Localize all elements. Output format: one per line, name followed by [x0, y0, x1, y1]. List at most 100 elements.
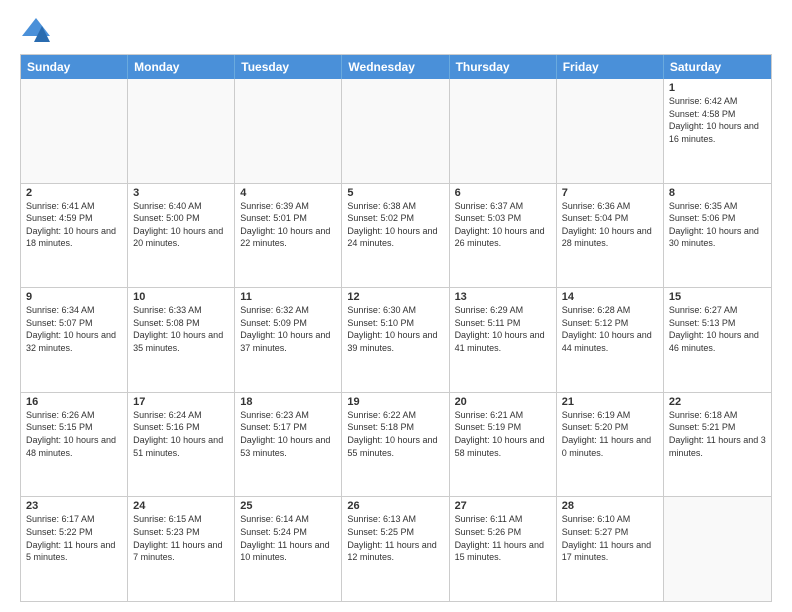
- weekday-header: Wednesday: [342, 55, 449, 79]
- calendar-cell: 27Sunrise: 6:11 AM Sunset: 5:26 PM Dayli…: [450, 497, 557, 601]
- day-number: 18: [240, 396, 336, 408]
- day-number: 11: [240, 291, 336, 303]
- calendar-row: 23Sunrise: 6:17 AM Sunset: 5:22 PM Dayli…: [21, 496, 771, 601]
- weekday-header: Sunday: [21, 55, 128, 79]
- calendar-cell: 28Sunrise: 6:10 AM Sunset: 5:27 PM Dayli…: [557, 497, 664, 601]
- calendar-cell: 21Sunrise: 6:19 AM Sunset: 5:20 PM Dayli…: [557, 393, 664, 497]
- calendar-cell: 22Sunrise: 6:18 AM Sunset: 5:21 PM Dayli…: [664, 393, 771, 497]
- day-number: 22: [669, 396, 766, 408]
- day-number: 21: [562, 396, 658, 408]
- weekday-header: Saturday: [664, 55, 771, 79]
- calendar-cell: [21, 79, 128, 183]
- calendar-cell: 6Sunrise: 6:37 AM Sunset: 5:03 PM Daylig…: [450, 184, 557, 288]
- day-number: 1: [669, 82, 766, 94]
- day-number: 27: [455, 500, 551, 512]
- day-info: Sunrise: 6:18 AM Sunset: 5:21 PM Dayligh…: [669, 409, 766, 459]
- calendar-cell: 19Sunrise: 6:22 AM Sunset: 5:18 PM Dayli…: [342, 393, 449, 497]
- calendar-cell: 16Sunrise: 6:26 AM Sunset: 5:15 PM Dayli…: [21, 393, 128, 497]
- calendar-cell: 5Sunrise: 6:38 AM Sunset: 5:02 PM Daylig…: [342, 184, 449, 288]
- day-number: 23: [26, 500, 122, 512]
- day-number: 3: [133, 187, 229, 199]
- day-info: Sunrise: 6:42 AM Sunset: 4:58 PM Dayligh…: [669, 95, 766, 145]
- day-info: Sunrise: 6:33 AM Sunset: 5:08 PM Dayligh…: [133, 304, 229, 354]
- day-info: Sunrise: 6:34 AM Sunset: 5:07 PM Dayligh…: [26, 304, 122, 354]
- day-info: Sunrise: 6:21 AM Sunset: 5:19 PM Dayligh…: [455, 409, 551, 459]
- day-number: 19: [347, 396, 443, 408]
- day-info: Sunrise: 6:15 AM Sunset: 5:23 PM Dayligh…: [133, 513, 229, 563]
- weekday-header: Tuesday: [235, 55, 342, 79]
- calendar-cell: 12Sunrise: 6:30 AM Sunset: 5:10 PM Dayli…: [342, 288, 449, 392]
- calendar-body: 1Sunrise: 6:42 AM Sunset: 4:58 PM Daylig…: [21, 79, 771, 601]
- day-info: Sunrise: 6:35 AM Sunset: 5:06 PM Dayligh…: [669, 200, 766, 250]
- calendar-cell: [664, 497, 771, 601]
- day-info: Sunrise: 6:37 AM Sunset: 5:03 PM Dayligh…: [455, 200, 551, 250]
- calendar-cell: [557, 79, 664, 183]
- calendar-row: 16Sunrise: 6:26 AM Sunset: 5:15 PM Dayli…: [21, 392, 771, 497]
- calendar-cell: [342, 79, 449, 183]
- calendar-cell: 3Sunrise: 6:40 AM Sunset: 5:00 PM Daylig…: [128, 184, 235, 288]
- calendar-cell: 25Sunrise: 6:14 AM Sunset: 5:24 PM Dayli…: [235, 497, 342, 601]
- calendar-cell: [235, 79, 342, 183]
- calendar-cell: 7Sunrise: 6:36 AM Sunset: 5:04 PM Daylig…: [557, 184, 664, 288]
- day-info: Sunrise: 6:30 AM Sunset: 5:10 PM Dayligh…: [347, 304, 443, 354]
- day-number: 9: [26, 291, 122, 303]
- calendar-cell: 10Sunrise: 6:33 AM Sunset: 5:08 PM Dayli…: [128, 288, 235, 392]
- calendar-cell: 9Sunrise: 6:34 AM Sunset: 5:07 PM Daylig…: [21, 288, 128, 392]
- weekday-header: Thursday: [450, 55, 557, 79]
- day-info: Sunrise: 6:32 AM Sunset: 5:09 PM Dayligh…: [240, 304, 336, 354]
- calendar-cell: 26Sunrise: 6:13 AM Sunset: 5:25 PM Dayli…: [342, 497, 449, 601]
- calendar-cell: 18Sunrise: 6:23 AM Sunset: 5:17 PM Dayli…: [235, 393, 342, 497]
- day-number: 14: [562, 291, 658, 303]
- page: SundayMondayTuesdayWednesdayThursdayFrid…: [0, 0, 792, 612]
- day-number: 13: [455, 291, 551, 303]
- calendar-cell: 11Sunrise: 6:32 AM Sunset: 5:09 PM Dayli…: [235, 288, 342, 392]
- day-info: Sunrise: 6:39 AM Sunset: 5:01 PM Dayligh…: [240, 200, 336, 250]
- calendar-cell: 15Sunrise: 6:27 AM Sunset: 5:13 PM Dayli…: [664, 288, 771, 392]
- day-info: Sunrise: 6:13 AM Sunset: 5:25 PM Dayligh…: [347, 513, 443, 563]
- calendar: SundayMondayTuesdayWednesdayThursdayFrid…: [20, 54, 772, 602]
- calendar-cell: 17Sunrise: 6:24 AM Sunset: 5:16 PM Dayli…: [128, 393, 235, 497]
- day-number: 24: [133, 500, 229, 512]
- calendar-cell: 20Sunrise: 6:21 AM Sunset: 5:19 PM Dayli…: [450, 393, 557, 497]
- day-number: 26: [347, 500, 443, 512]
- day-number: 20: [455, 396, 551, 408]
- calendar-cell: 13Sunrise: 6:29 AM Sunset: 5:11 PM Dayli…: [450, 288, 557, 392]
- calendar-header: SundayMondayTuesdayWednesdayThursdayFrid…: [21, 55, 771, 79]
- day-info: Sunrise: 6:11 AM Sunset: 5:26 PM Dayligh…: [455, 513, 551, 563]
- calendar-row: 9Sunrise: 6:34 AM Sunset: 5:07 PM Daylig…: [21, 287, 771, 392]
- day-number: 6: [455, 187, 551, 199]
- calendar-row: 1Sunrise: 6:42 AM Sunset: 4:58 PM Daylig…: [21, 79, 771, 183]
- day-info: Sunrise: 6:27 AM Sunset: 5:13 PM Dayligh…: [669, 304, 766, 354]
- day-number: 10: [133, 291, 229, 303]
- calendar-cell: [450, 79, 557, 183]
- day-number: 2: [26, 187, 122, 199]
- day-number: 8: [669, 187, 766, 199]
- logo-icon: [20, 16, 52, 44]
- day-info: Sunrise: 6:28 AM Sunset: 5:12 PM Dayligh…: [562, 304, 658, 354]
- calendar-cell: 23Sunrise: 6:17 AM Sunset: 5:22 PM Dayli…: [21, 497, 128, 601]
- header: [20, 16, 772, 44]
- day-number: 4: [240, 187, 336, 199]
- day-info: Sunrise: 6:23 AM Sunset: 5:17 PM Dayligh…: [240, 409, 336, 459]
- day-number: 7: [562, 187, 658, 199]
- calendar-cell: 1Sunrise: 6:42 AM Sunset: 4:58 PM Daylig…: [664, 79, 771, 183]
- calendar-row: 2Sunrise: 6:41 AM Sunset: 4:59 PM Daylig…: [21, 183, 771, 288]
- weekday-header: Monday: [128, 55, 235, 79]
- day-info: Sunrise: 6:26 AM Sunset: 5:15 PM Dayligh…: [26, 409, 122, 459]
- calendar-cell: 4Sunrise: 6:39 AM Sunset: 5:01 PM Daylig…: [235, 184, 342, 288]
- day-info: Sunrise: 6:41 AM Sunset: 4:59 PM Dayligh…: [26, 200, 122, 250]
- day-info: Sunrise: 6:29 AM Sunset: 5:11 PM Dayligh…: [455, 304, 551, 354]
- day-number: 5: [347, 187, 443, 199]
- calendar-cell: [128, 79, 235, 183]
- day-number: 25: [240, 500, 336, 512]
- day-info: Sunrise: 6:19 AM Sunset: 5:20 PM Dayligh…: [562, 409, 658, 459]
- day-info: Sunrise: 6:24 AM Sunset: 5:16 PM Dayligh…: [133, 409, 229, 459]
- calendar-cell: 14Sunrise: 6:28 AM Sunset: 5:12 PM Dayli…: [557, 288, 664, 392]
- day-info: Sunrise: 6:38 AM Sunset: 5:02 PM Dayligh…: [347, 200, 443, 250]
- day-info: Sunrise: 6:17 AM Sunset: 5:22 PM Dayligh…: [26, 513, 122, 563]
- day-number: 17: [133, 396, 229, 408]
- day-number: 15: [669, 291, 766, 303]
- day-info: Sunrise: 6:10 AM Sunset: 5:27 PM Dayligh…: [562, 513, 658, 563]
- day-info: Sunrise: 6:40 AM Sunset: 5:00 PM Dayligh…: [133, 200, 229, 250]
- weekday-header: Friday: [557, 55, 664, 79]
